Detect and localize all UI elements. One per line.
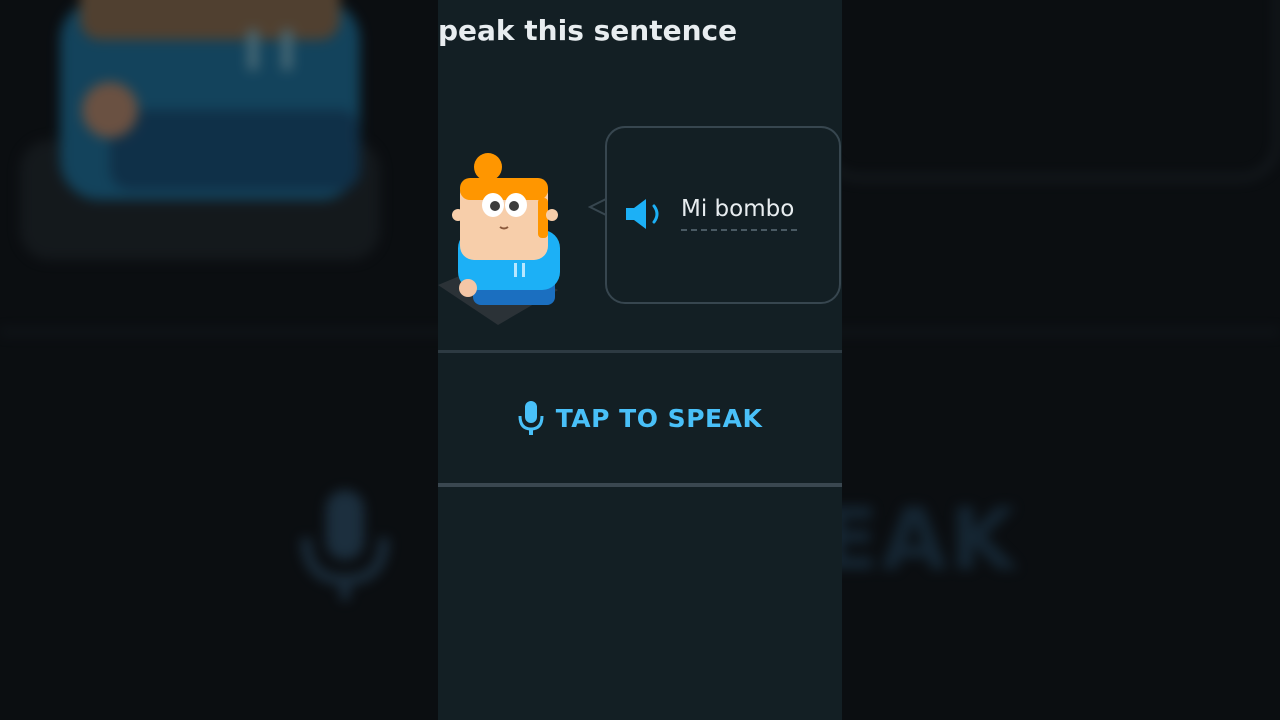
sentence-text[interactable]: Mi bombo [681,196,794,222]
character-avatar-icon [438,153,560,325]
tap-to-speak-label: TAP TO SPEAK [555,403,763,433]
speech-bubble-tail [588,198,606,216]
speaker-icon[interactable] [624,197,664,231]
exercise-prompt: peak this sentence [438,14,738,47]
blurred-microphone-icon [301,490,389,600]
video-frame: EAK peak this sentence Mi bombo TAP TO S… [0,0,1280,720]
sentence-underline [681,229,797,231]
blurred-character-image [20,0,380,260]
blurred-speak-text: EAK [820,490,1018,590]
lesson-screen: peak this sentence Mi bombo TAP TO SPEAK [438,0,842,720]
microphone-icon [518,401,544,435]
tap-to-speak-button[interactable]: TAP TO SPEAK [438,353,842,483]
blurred-bubble [820,0,1280,180]
divider-bottom [438,483,842,487]
